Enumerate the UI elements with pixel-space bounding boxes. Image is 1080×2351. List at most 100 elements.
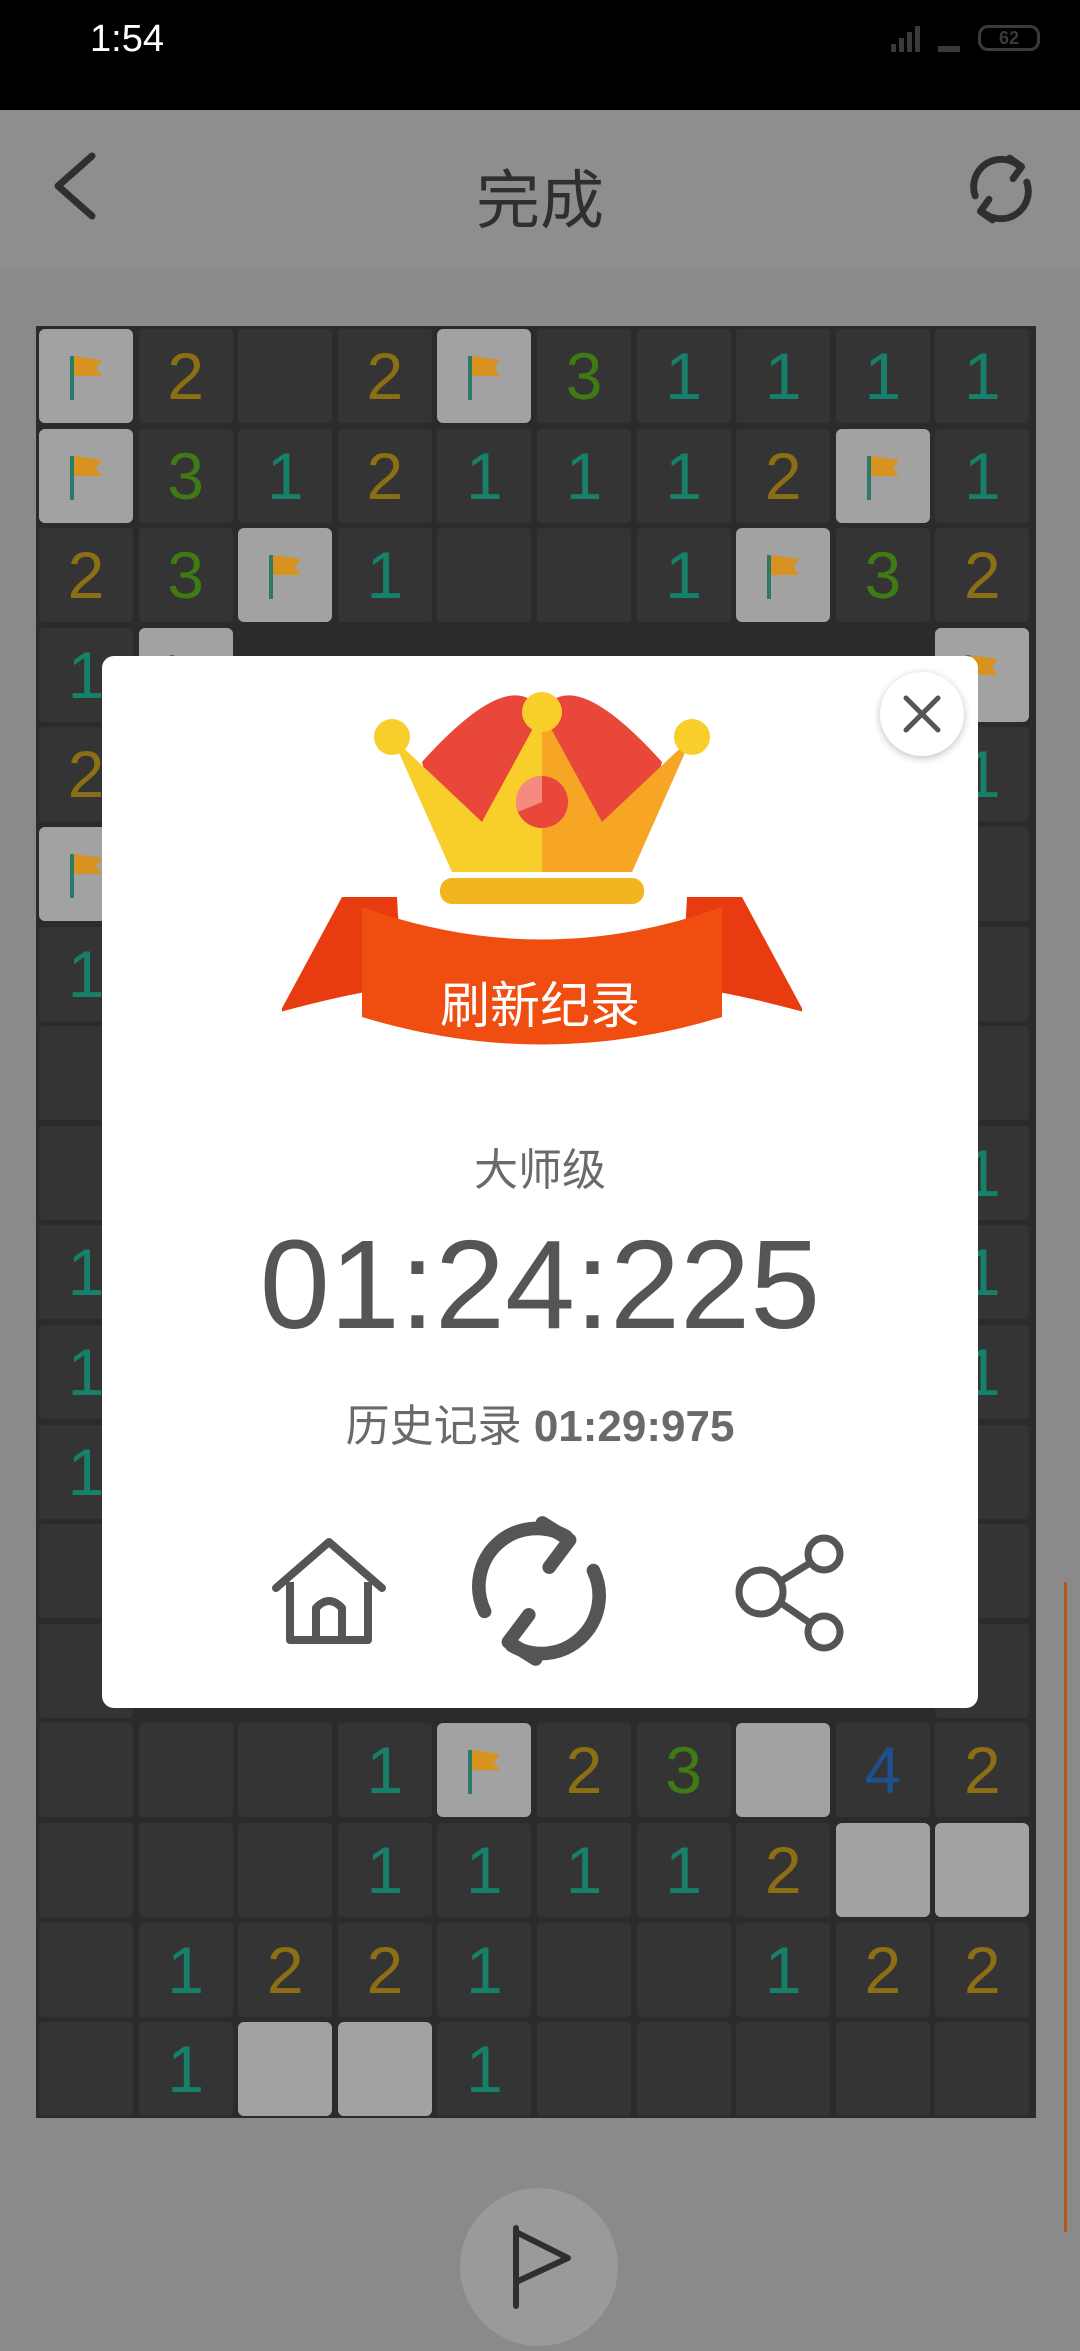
board-cell[interactable] bbox=[935, 1823, 1030, 1917]
board-cell[interactable] bbox=[337, 2022, 432, 2117]
board-cell[interactable]: 1 bbox=[935, 428, 1030, 523]
board-cell[interactable]: 1 bbox=[835, 329, 930, 423]
board-cell[interactable]: 1 bbox=[736, 329, 831, 423]
board-cell[interactable] bbox=[935, 2022, 1030, 2117]
board-cell[interactable]: 2 bbox=[935, 1723, 1030, 1818]
board-cell[interactable] bbox=[736, 2022, 831, 2117]
board-cell[interactable]: 2 bbox=[736, 1823, 831, 1917]
board-cell[interactable] bbox=[39, 428, 133, 523]
top-bar: 完成 bbox=[0, 110, 1080, 268]
history-record: 历史记录 01:29:975 bbox=[102, 1390, 978, 1454]
replay-button[interactable] bbox=[454, 1506, 624, 1676]
board-cell[interactable] bbox=[238, 1823, 333, 1917]
board-cell[interactable]: 3 bbox=[537, 329, 631, 423]
board-cell[interactable]: 1 bbox=[636, 428, 731, 523]
share-icon bbox=[735, 1534, 844, 1652]
cell-number: 2 bbox=[864, 1932, 902, 2007]
home-button[interactable] bbox=[244, 1506, 414, 1676]
cell-number: 1 bbox=[565, 438, 603, 513]
board-cell[interactable]: 3 bbox=[636, 1723, 731, 1818]
board-cell[interactable]: 2 bbox=[337, 1922, 432, 2017]
board-cell[interactable]: 1 bbox=[636, 528, 731, 623]
cell-number: 1 bbox=[67, 936, 105, 1011]
cell-number: 1 bbox=[466, 1932, 503, 2007]
board-cell[interactable]: 2 bbox=[238, 1922, 333, 2017]
board-cell[interactable] bbox=[39, 1723, 133, 1818]
board-cell[interactable]: 1 bbox=[636, 1823, 731, 1917]
board-cell[interactable] bbox=[736, 528, 831, 623]
board-cell[interactable]: 1 bbox=[537, 1823, 631, 1917]
flag-mode-button[interactable] bbox=[460, 2188, 618, 2346]
board-cell[interactable]: 1 bbox=[337, 1823, 432, 1917]
board-cell[interactable] bbox=[39, 1823, 133, 1917]
scroll-indicator bbox=[1064, 1582, 1067, 2232]
board-cell[interactable] bbox=[437, 528, 532, 623]
board-cell[interactable]: 2 bbox=[935, 528, 1030, 623]
board-cell[interactable] bbox=[835, 428, 930, 523]
share-button[interactable] bbox=[706, 1506, 876, 1676]
board-cell[interactable]: 1 bbox=[636, 329, 731, 423]
history-time: 01:29:975 bbox=[533, 1402, 735, 1451]
cell-number: 2 bbox=[167, 339, 204, 413]
board-cell[interactable] bbox=[835, 1823, 930, 1917]
cell-number: 1 bbox=[366, 1733, 404, 1808]
board-cell[interactable]: 3 bbox=[835, 528, 930, 623]
board-cell[interactable]: 2 bbox=[835, 1922, 930, 2017]
board-cell[interactable]: 1 bbox=[437, 428, 532, 523]
board-cell[interactable]: 1 bbox=[238, 428, 333, 523]
board-cell[interactable]: 1 bbox=[736, 1922, 831, 2017]
board-cell[interactable] bbox=[537, 1922, 631, 2017]
board-cell[interactable]: 1 bbox=[437, 1823, 532, 1917]
board-cell[interactable] bbox=[238, 329, 333, 423]
status-bar: 1:54 62 bbox=[0, 0, 1080, 110]
cell-number: 1 bbox=[266, 438, 304, 513]
board-cell[interactable]: 2 bbox=[39, 528, 133, 623]
board-cell[interactable] bbox=[636, 1922, 731, 2017]
restart-button[interactable] bbox=[958, 146, 1044, 232]
board-cell[interactable]: 1 bbox=[138, 2022, 233, 2117]
board-cell[interactable] bbox=[636, 2022, 731, 2117]
board-cell[interactable] bbox=[39, 1922, 133, 2017]
board-cell[interactable] bbox=[437, 1723, 532, 1818]
board-cell[interactable] bbox=[39, 329, 133, 423]
board-cell[interactable] bbox=[537, 528, 631, 623]
cell-number: 1 bbox=[764, 1932, 802, 2007]
board-cell[interactable]: 1 bbox=[337, 528, 432, 623]
board-cell[interactable] bbox=[835, 2022, 930, 2117]
board-cell[interactable]: 4 bbox=[835, 1723, 930, 1818]
board-cell[interactable]: 2 bbox=[935, 1922, 1030, 2017]
board-cell[interactable] bbox=[138, 1723, 233, 1818]
cell-number: 1 bbox=[665, 538, 702, 613]
board-cell[interactable]: 3 bbox=[138, 428, 233, 523]
close-button[interactable] bbox=[880, 672, 964, 756]
refresh-icon bbox=[970, 154, 1032, 224]
board-cell[interactable]: 1 bbox=[537, 428, 631, 523]
board-cell[interactable]: 2 bbox=[337, 329, 432, 423]
board-cell[interactable]: 2 bbox=[337, 428, 432, 523]
cell-number: 1 bbox=[466, 1833, 503, 1907]
cell-number: 1 bbox=[67, 637, 105, 712]
board-cell[interactable]: 1 bbox=[437, 1922, 532, 2017]
board-cell[interactable] bbox=[238, 1723, 333, 1818]
board-cell[interactable] bbox=[138, 1823, 233, 1917]
board-cell[interactable]: 1 bbox=[935, 329, 1030, 423]
board-cell[interactable]: 2 bbox=[736, 428, 831, 523]
board-cell[interactable]: 1 bbox=[437, 2022, 532, 2117]
board-cell[interactable] bbox=[238, 528, 333, 623]
board-cell[interactable] bbox=[736, 1723, 831, 1818]
replay-icon bbox=[472, 1516, 606, 1666]
cell-number: 1 bbox=[366, 538, 404, 613]
cell-number: 2 bbox=[764, 1833, 802, 1907]
board-cell[interactable]: 1 bbox=[337, 1723, 432, 1818]
flag-icon bbox=[468, 356, 501, 400]
cell-number: 1 bbox=[67, 1335, 105, 1409]
board-cell[interactable] bbox=[39, 2022, 133, 2117]
board-cell[interactable]: 1 bbox=[138, 1922, 233, 2017]
board-cell[interactable]: 3 bbox=[138, 528, 233, 623]
board-cell[interactable]: 2 bbox=[138, 329, 233, 423]
board-cell[interactable] bbox=[437, 329, 532, 423]
board-cell[interactable]: 2 bbox=[537, 1723, 631, 1818]
flag-icon bbox=[70, 455, 102, 500]
board-cell[interactable] bbox=[238, 2022, 333, 2117]
board-cell[interactable] bbox=[537, 2022, 631, 2117]
